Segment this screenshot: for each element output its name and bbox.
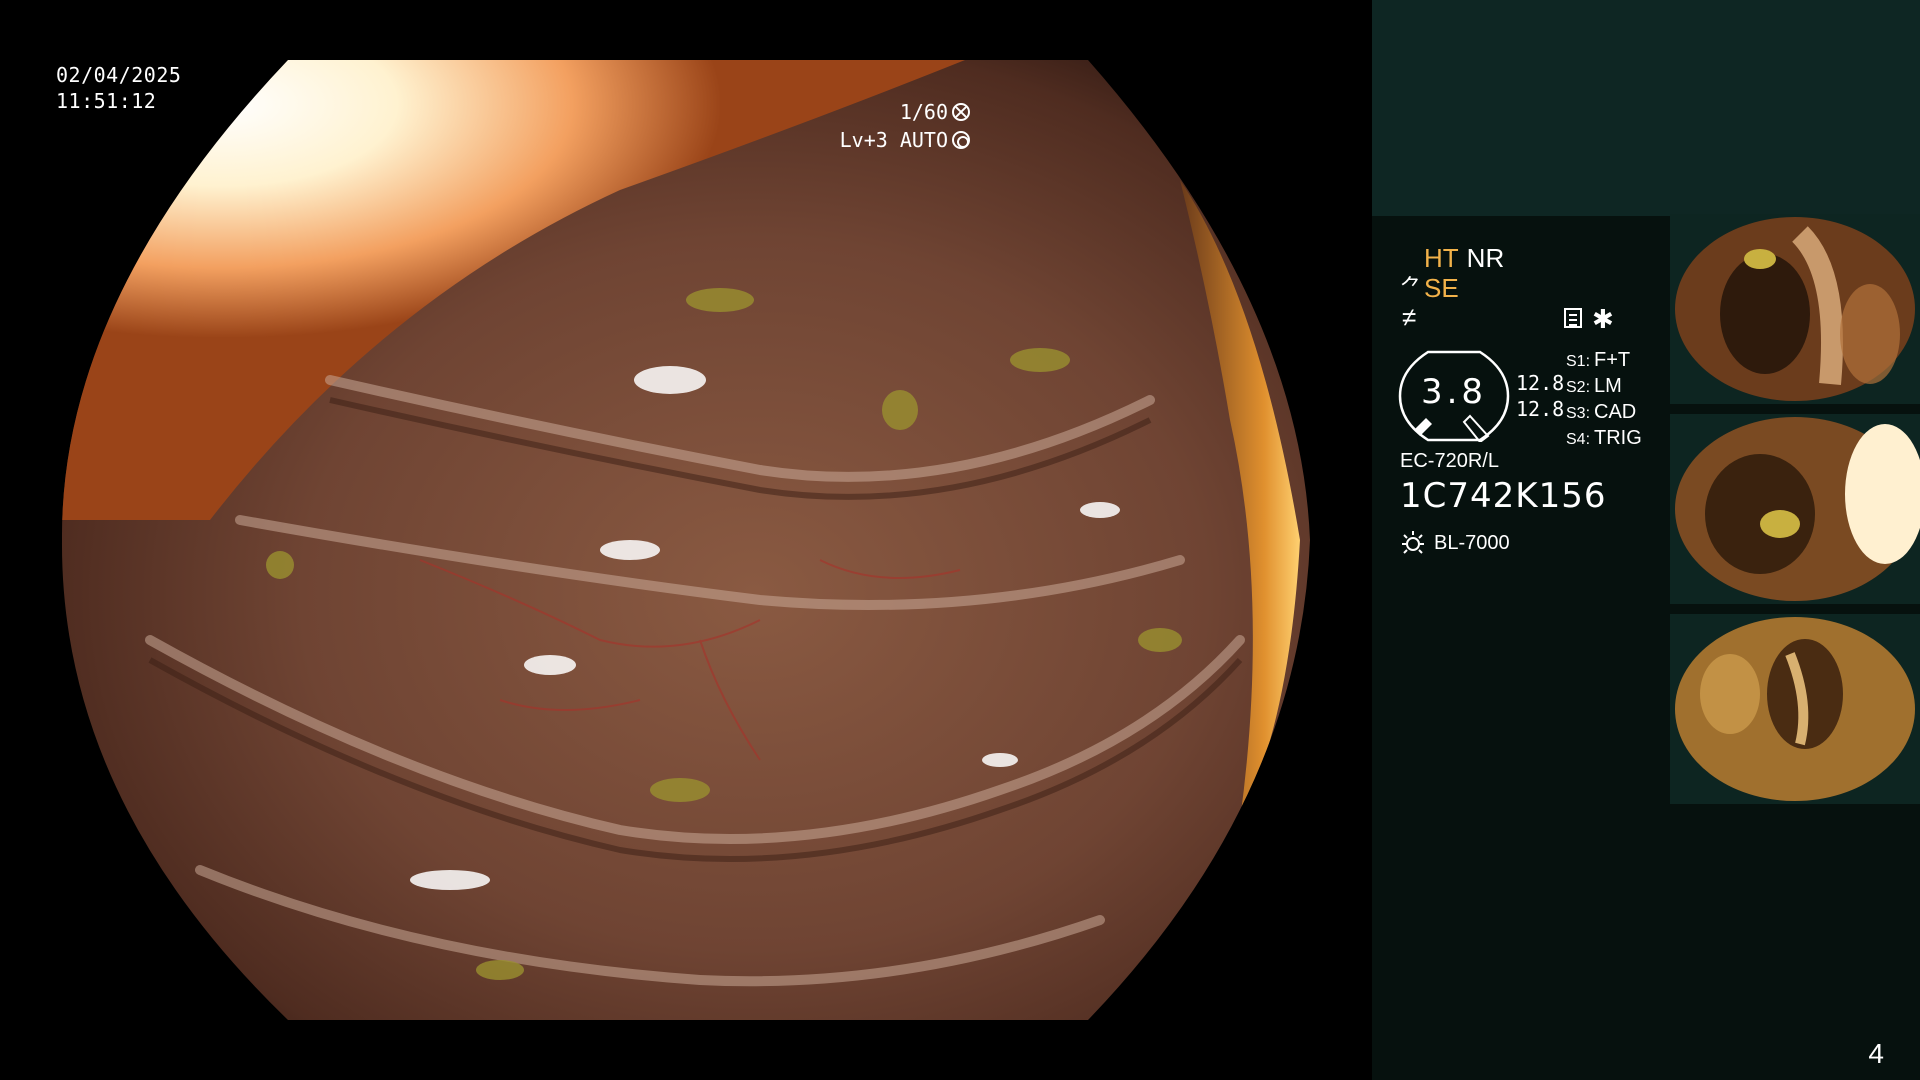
nr-mode-label: NR (1466, 243, 1505, 273)
date-time-readout: 02/04/2025 11:51:12 (56, 62, 181, 114)
switch-row-s4: S4: TRIG (1566, 426, 1642, 452)
page-number: 4 (1868, 1038, 1884, 1069)
switch-row-s1: S1: F+T (1566, 348, 1642, 374)
endoscopic-image (61, 60, 1310, 1020)
freeze-icon: ≠ (1402, 302, 1417, 332)
time-text: 11:51:12 (56, 89, 157, 113)
switch-value: CAD (1594, 401, 1637, 423)
asterisk-icon: ✱ (1592, 304, 1614, 334)
document-icon (1564, 308, 1582, 328)
magnification-value: 3.8 (1420, 372, 1488, 412)
thumbnail-image (1675, 417, 1920, 601)
auto-iris-icon (952, 131, 970, 149)
gauge-side-top: 12.8 (1516, 371, 1565, 395)
enhancement-icon: ⺈ (1400, 275, 1423, 300)
light-source-row: BL-7000 (1400, 530, 1510, 556)
thumbnail-image (1675, 217, 1915, 401)
switch-value: F+T (1594, 349, 1631, 371)
panel-header-area (1372, 0, 1920, 216)
switch-key: S3: (1566, 405, 1591, 422)
switch-row-s2: S2: LM (1566, 374, 1642, 400)
switch-key: S4: (1566, 431, 1591, 448)
thumbnail-image (1675, 617, 1915, 801)
shutter-row: 1/60 (840, 98, 970, 126)
endoscopic-view: 02/04/2025 11:51:12 1/60 Lv+3 AUTO (0, 0, 1372, 1080)
gauge-side-bottom: 12.8 (1516, 397, 1565, 421)
switch-key: S2: (1566, 379, 1591, 396)
structure-enhancement-indicator: ⺈ SE (1400, 273, 1459, 303)
endoscopy-screen: 02/04/2025 11:51:12 1/60 Lv+3 AUTO HT NR … (0, 0, 1920, 1080)
gauge-side-values: 12.8 12.8 (1516, 370, 1564, 422)
switch-value: TRIG (1594, 427, 1642, 449)
light-source-icon (1402, 531, 1424, 554)
shutter-icon (952, 103, 970, 121)
switch-key: S1: (1566, 353, 1591, 370)
switch-row-s3: S3: CAD (1566, 400, 1642, 426)
captured-thumbnail[interactable] (1670, 614, 1920, 804)
exposure-readout: 1/60 Lv+3 AUTO (840, 98, 970, 154)
date-text: 02/04/2025 (56, 63, 182, 87)
captured-thumbnail[interactable] (1670, 214, 1920, 404)
iris-row: Lv+3 AUTO (840, 126, 970, 154)
ht-mode-label: HT (1424, 243, 1459, 273)
iris-level-text: Lv+3 AUTO (839, 128, 948, 152)
image-mode-indicator: HT NR (1424, 243, 1504, 273)
scope-serial-number: 1C742K156 (1400, 476, 1607, 516)
scope-switch-list: S1: F+T S2: LM S3: CAD S4: TRIG (1566, 348, 1642, 452)
scope-model: EC-720R/L (1400, 450, 1499, 472)
light-source-label: BL-7000 (1434, 531, 1510, 554)
captured-thumbnail[interactable] (1670, 414, 1920, 604)
se-mode-label: SE (1424, 273, 1459, 303)
switch-value: LM (1594, 375, 1622, 397)
shutter-speed-text: 1/60 (899, 100, 948, 124)
info-panel: HT NR ⺈ SE ≠ ✱ 3.8 12.8 12.8 S1: F+T S2: LM… (1372, 0, 1920, 1080)
